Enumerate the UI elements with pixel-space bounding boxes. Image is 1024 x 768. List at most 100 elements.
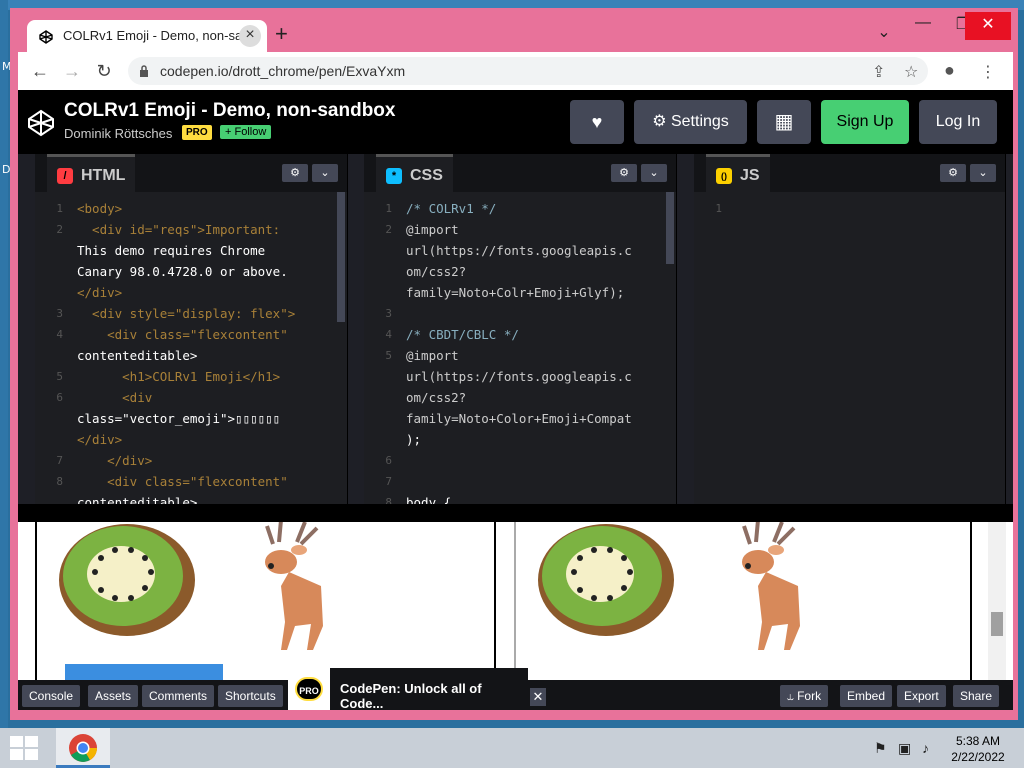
- cbdt-preview-column: [514, 522, 972, 680]
- code-line[interactable]: url(https://fonts.googleapis.c: [364, 366, 676, 387]
- follow-button[interactable]: + Follow: [220, 125, 272, 139]
- close-toast-icon[interactable]: ✕: [530, 688, 546, 706]
- code-line[interactable]: 7 </div>: [35, 450, 347, 471]
- code-line[interactable]: 5 @import: [364, 345, 676, 366]
- resize-divider[interactable]: [18, 504, 1013, 522]
- code-line[interactable]: );: [364, 429, 676, 450]
- pane-label: HTML: [81, 167, 126, 184]
- comments-button[interactable]: Comments: [142, 685, 215, 707]
- scrollbar[interactable]: [666, 192, 674, 264]
- code-line[interactable]: 1 /* COLRv1 */: [364, 198, 676, 219]
- code-line[interactable]: 1: [694, 198, 1005, 219]
- code-text: /* CBDT/CBLC */: [406, 327, 519, 342]
- address-bar[interactable]: codepen.io/drott_chrome/pen/ExvaYxm: [128, 57, 928, 85]
- code-text: <div style="display: flex">: [77, 306, 296, 321]
- css-editor-pane: * CSS ⚙ ⌄ 1 /* COLRv1 */ 2 @import url(https…: [364, 154, 677, 510]
- heart-button[interactable]: ♥: [570, 100, 624, 144]
- toast-badge: PRO: [288, 668, 330, 710]
- system-clock[interactable]: 5:38 AM 2/22/2022: [938, 733, 1018, 765]
- chevron-down-icon[interactable]: ⌄: [641, 164, 667, 182]
- change-view-button[interactable]: ▦: [757, 100, 811, 144]
- forward-arrow-icon[interactable]: →: [60, 61, 84, 82]
- code-line[interactable]: </div>: [35, 282, 347, 303]
- gear-icon[interactable]: ⚙: [282, 164, 308, 182]
- export-button[interactable]: Export: [897, 685, 946, 707]
- pro-promo-toast[interactable]: PRO CodePen: Unlock all of Code...: [288, 668, 528, 711]
- chrome-taskbar-button[interactable]: [56, 728, 110, 768]
- chevron-down-icon[interactable]: ⌄: [312, 164, 338, 182]
- settings-button[interactable]: ⚙ Settings: [634, 100, 747, 144]
- windows-start-icon[interactable]: [10, 736, 38, 760]
- tab-html[interactable]: / HTML: [47, 154, 136, 192]
- code-line[interactable]: 2 @import: [364, 219, 676, 240]
- shortcuts-button[interactable]: Shortcuts: [218, 685, 283, 707]
- author-name[interactable]: Dominik Röttsches: [64, 126, 172, 141]
- code-line[interactable]: om/css2?: [364, 261, 676, 282]
- line-number: 7: [56, 454, 63, 467]
- code-line[interactable]: Canary 98.0.4728.0 or above.: [35, 261, 347, 282]
- window-close-button[interactable]: ✕: [965, 12, 1011, 40]
- bookmark-star-icon[interactable]: ☆: [904, 62, 918, 82]
- code-line[interactable]: 5 <h1>COLRv1 Emoji</h1>: [35, 366, 347, 387]
- html-code-editor[interactable]: 1 <body> 2 <div id="reqs">Important: This d…: [35, 198, 347, 513]
- back-arrow-icon[interactable]: ←: [28, 61, 52, 82]
- reload-icon[interactable]: ↻: [92, 61, 116, 82]
- codepen-logo-icon[interactable]: [26, 108, 56, 138]
- result-preview: [18, 522, 1013, 680]
- flag-icon[interactable]: ⚑: [874, 740, 887, 757]
- code-line[interactable]: This demo requires Chrome: [35, 240, 347, 261]
- code-line[interactable]: 3 <div style="display: flex">: [35, 303, 347, 324]
- minimize-button[interactable]: —: [908, 14, 938, 32]
- tab-js[interactable]: () JS: [706, 154, 770, 192]
- code-line[interactable]: 3: [364, 303, 676, 324]
- preview-scrollbar[interactable]: [988, 522, 1006, 680]
- code-line[interactable]: 4 /* CBDT/CBLC */: [364, 324, 676, 345]
- code-line[interactable]: 7: [364, 471, 676, 492]
- profile-icon[interactable]: ●: [944, 60, 955, 81]
- code-line[interactable]: om/css2?: [364, 387, 676, 408]
- scrollbar-thumb[interactable]: [991, 612, 1003, 636]
- html-icon: /: [57, 168, 73, 184]
- code-line[interactable]: contenteditable>: [35, 345, 347, 366]
- code-line[interactable]: </div>: [35, 429, 347, 450]
- line-number: 4: [56, 328, 63, 341]
- tab-css[interactable]: * CSS: [376, 154, 453, 192]
- code-line[interactable]: 4 <div class="flexcontent": [35, 324, 347, 345]
- code-line[interactable]: url(https://fonts.googleapis.c: [364, 240, 676, 261]
- css-code-editor[interactable]: 1 /* COLRv1 */ 2 @import url(https://fonts.g…: [364, 198, 676, 513]
- colrv1-preview-column: [35, 522, 496, 680]
- close-tab-icon[interactable]: ×: [239, 25, 261, 47]
- code-text: @import: [406, 222, 459, 237]
- pane-header: * CSS ⚙ ⌄: [364, 154, 676, 192]
- assets-button[interactable]: Assets: [88, 685, 139, 707]
- gear-icon[interactable]: ⚙: [940, 164, 966, 182]
- log-in-button[interactable]: Log In: [919, 100, 997, 144]
- fork-button[interactable]: ⥿ Fork: [780, 685, 829, 707]
- volume-icon[interactable]: ♪: [922, 740, 929, 756]
- gear-icon[interactable]: ⚙: [611, 164, 637, 182]
- embed-button[interactable]: Embed: [840, 685, 893, 707]
- chevron-down-icon[interactable]: ⌄: [970, 164, 996, 182]
- code-line[interactable]: 6: [364, 450, 676, 471]
- code-text: contenteditable>: [77, 348, 198, 363]
- code-line[interactable]: 8 <div class="flexcontent": [35, 471, 347, 492]
- new-tab-button[interactable]: +: [275, 23, 288, 45]
- scrollbar[interactable]: [337, 192, 345, 322]
- code-line[interactable]: 1 <body>: [35, 198, 347, 219]
- code-line[interactable]: 2 <div id="reqs">Important:: [35, 219, 347, 240]
- network-icon[interactable]: ▣: [898, 740, 911, 757]
- code-line[interactable]: family=Noto+Colr+Emoji+Glyf);: [364, 282, 676, 303]
- tab-strip: COLRv1 Emoji - Demo, non-sand × + ⌄ — ❐ …: [18, 12, 1013, 52]
- code-text: This demo requires Chrome: [77, 243, 266, 258]
- chrome-menu-icon[interactable]: ⋮: [980, 62, 996, 82]
- code-line[interactable]: 6 <div: [35, 387, 347, 408]
- share-button[interactable]: Share: [953, 685, 1000, 707]
- tab-search-icon[interactable]: ⌄: [869, 22, 899, 42]
- code-line[interactable]: family=Noto+Color+Emoji+Compat: [364, 408, 676, 429]
- share-icon[interactable]: ⇪: [872, 62, 885, 82]
- code-line[interactable]: class="vector_emoji">▯▯▯▯▯▯: [35, 408, 347, 429]
- console-button[interactable]: Console: [22, 685, 81, 707]
- js-code-editor[interactable]: 1: [694, 198, 1005, 219]
- sign-up-button[interactable]: Sign Up: [821, 100, 909, 144]
- browser-tab[interactable]: COLRv1 Emoji - Demo, non-sand ×: [27, 20, 267, 52]
